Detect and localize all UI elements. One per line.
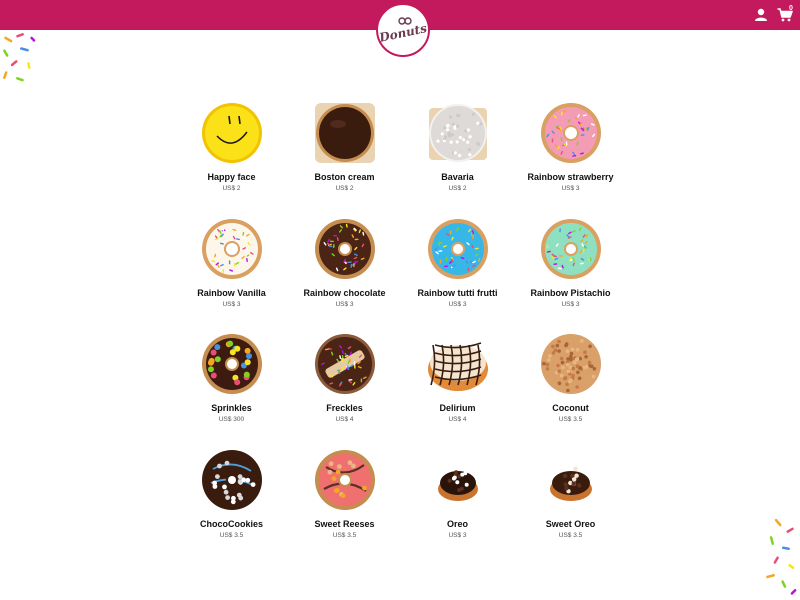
product-price: US$ 3 (561, 185, 580, 192)
donut-image[interactable] (427, 449, 489, 511)
product-name: Sprinkles (211, 403, 252, 413)
cart-count-badge: 0 (789, 5, 793, 12)
product-price: US$ 3 (448, 300, 467, 308)
donut-image[interactable] (314, 218, 376, 280)
brand-name: Donuts (377, 21, 429, 45)
product-card[interactable]: Rainbow strawberry US$ 3 (514, 100, 627, 216)
product-price: US$ 3 (561, 300, 580, 308)
donut-image[interactable] (201, 218, 263, 280)
product-card[interactable]: Bavaria US$ 2 (401, 100, 514, 216)
product-price: US$ 2 (335, 185, 354, 192)
product-price: US$ 2 (222, 185, 241, 192)
brand-logo[interactable]: Donuts (376, 3, 430, 57)
product-card[interactable]: ChocoCookies US$ 3.5 (175, 447, 288, 563)
product-price: US$ 3 (448, 531, 467, 539)
product-card[interactable]: Rainbow tutti frutti US$ 3 (401, 216, 514, 332)
product-card[interactable]: Oreo US$ 3 (401, 447, 514, 563)
product-name: Sweet Oreo (545, 518, 596, 529)
product-price: US$ 3 (335, 300, 354, 308)
product-price: US$ 2 (448, 185, 467, 192)
product-card[interactable]: Happy face US$ 2 (175, 100, 288, 216)
donut-image[interactable] (540, 102, 602, 164)
donut-image[interactable] (314, 333, 376, 395)
product-card[interactable]: Rainbow Pistachio US$ 3 (514, 216, 627, 332)
product-price: US$ 4 (335, 416, 354, 423)
product-name: Rainbow Pistachio (530, 287, 611, 298)
donut-image[interactable] (427, 218, 489, 280)
product-name: Rainbow tutti frutti (417, 287, 498, 298)
product-card[interactable]: Sweet Oreo US$ 3.5 (514, 447, 627, 563)
sprinkles-decoration (3, 33, 36, 82)
product-price: US$ 300 (218, 416, 245, 423)
donut-image[interactable] (201, 449, 263, 511)
donut-image[interactable] (427, 102, 489, 164)
product-price: US$ 3 (222, 300, 241, 308)
product-price: US$ 3.5 (558, 416, 583, 423)
product-card[interactable]: Rainbow chocolate US$ 3 (288, 216, 401, 332)
product-name: Rainbow chocolate (303, 287, 386, 298)
donut-image[interactable] (201, 333, 263, 395)
product-price: US$ 3.5 (332, 531, 357, 539)
product-name: Delirium (439, 403, 476, 413)
product-name: Sweet Reeses (314, 518, 375, 529)
product-price: US$ 4 (448, 416, 467, 423)
donut-image[interactable] (314, 449, 376, 511)
product-name: Rainbow Vanilla (197, 287, 266, 298)
product-price: US$ 3.5 (219, 531, 244, 539)
product-name: Boston cream (314, 172, 375, 182)
product-name: Rainbow strawberry (527, 172, 614, 182)
donut-image[interactable] (540, 449, 602, 511)
sprinkles-decoration (766, 518, 797, 595)
product-name: Oreo (446, 518, 468, 529)
donut-image[interactable] (314, 102, 376, 164)
product-name: Coconut (552, 403, 589, 413)
product-card[interactable]: Coconut US$ 3.5 (514, 331, 627, 447)
product-grid: Happy face US$ 2 Boston cream US$ 2 Bava… (175, 100, 627, 570)
donut-image[interactable] (427, 333, 489, 395)
product-card[interactable]: Delirium US$ 4 (401, 331, 514, 447)
product-card[interactable]: Sprinkles US$ 300 (175, 331, 288, 447)
product-price: US$ 3.5 (558, 531, 583, 539)
product-name: Bavaria (441, 172, 474, 182)
donut-image[interactable] (201, 102, 263, 164)
product-card[interactable]: Freckles US$ 4 (288, 331, 401, 447)
product-name: ChocoCookies (199, 518, 263, 529)
product-name: Freckles (326, 403, 363, 413)
donut-image[interactable] (540, 333, 602, 395)
product-card[interactable]: Boston cream US$ 2 (288, 100, 401, 216)
product-card[interactable]: Rainbow Vanilla US$ 3 (175, 216, 288, 332)
user-icon[interactable] (754, 8, 768, 22)
product-card[interactable]: Sweet Reeses US$ 3.5 (288, 447, 401, 563)
product-name: Happy face (207, 172, 256, 182)
donut-image[interactable] (540, 218, 602, 280)
